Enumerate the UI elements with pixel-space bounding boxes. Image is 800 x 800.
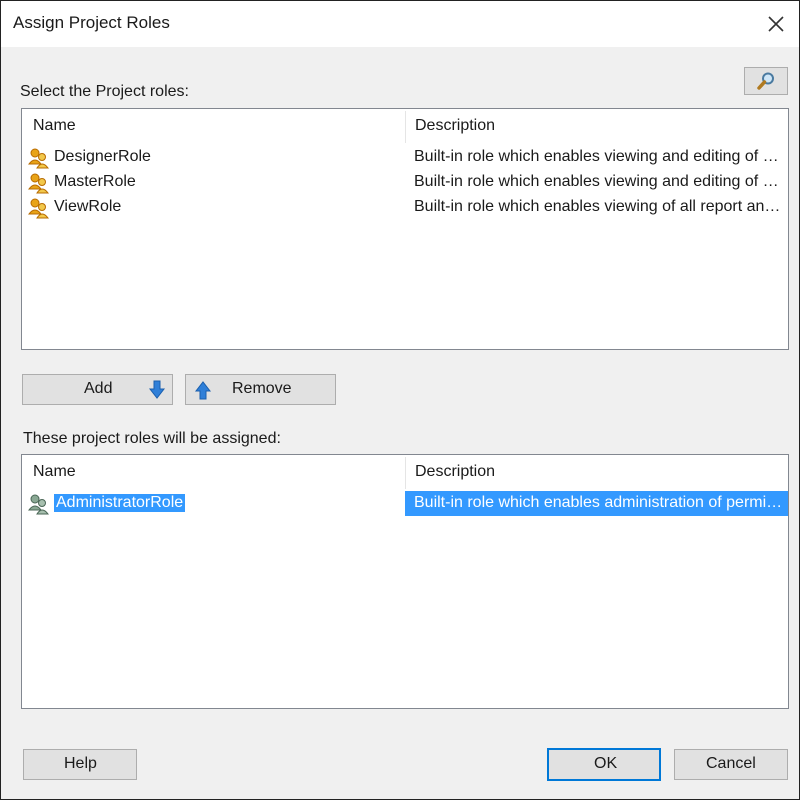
role-icon — [28, 198, 50, 219]
column-separator[interactable] — [405, 457, 406, 489]
remove-button[interactable]: Remove — [185, 374, 336, 405]
close-icon — [768, 16, 784, 32]
ok-button[interactable]: OK — [547, 748, 661, 781]
title-bar: Assign Project Roles — [1, 1, 799, 47]
magnifier-icon — [757, 72, 774, 90]
admin-role-icon — [28, 494, 50, 515]
list-item-selected[interactable]: AdministratorRole Built-in role which en… — [22, 491, 788, 516]
column-header-description[interactable]: Description — [415, 117, 495, 135]
role-description: Built-in role which enables viewing and … — [414, 148, 784, 165]
column-separator[interactable] — [405, 111, 406, 143]
role-description: Built-in role which enables viewing of a… — [414, 198, 784, 215]
cancel-button[interactable]: Cancel — [674, 749, 788, 780]
list-item[interactable]: MasterRole Built-in role which enables v… — [22, 170, 788, 195]
column-header-name[interactable]: Name — [33, 117, 76, 135]
list-item[interactable]: ViewRole Built-in role which enables vie… — [22, 195, 788, 220]
assign-project-roles-dialog: Assign Project Roles Select the Project … — [0, 0, 800, 800]
assigned-roles-list[interactable]: Name Description AdministratorRole Built… — [21, 454, 789, 709]
arrow-down-icon — [148, 380, 166, 399]
assigned-roles-label: These project roles will be assigned: — [23, 430, 281, 447]
list-header: Name Description — [22, 109, 788, 145]
role-description: Built-in role which enables viewing and … — [414, 173, 784, 190]
remove-button-label: Remove — [232, 380, 292, 397]
role-icon — [28, 173, 50, 194]
available-roles-label: Select the Project roles: — [20, 83, 189, 100]
add-button-label: Add — [84, 380, 113, 397]
column-header-description[interactable]: Description — [415, 463, 495, 481]
arrow-up-icon — [194, 381, 212, 400]
available-roles-list[interactable]: Name Description DesignerRole Built-in r… — [21, 108, 789, 350]
role-name: DesignerRole — [54, 148, 151, 165]
help-button-label: Help — [64, 755, 97, 772]
role-name: ViewRole — [54, 198, 122, 215]
ok-button-label: OK — [594, 755, 618, 772]
search-button[interactable] — [744, 67, 788, 95]
list-header: Name Description — [22, 455, 788, 491]
role-name: MasterRole — [54, 173, 136, 190]
add-button[interactable]: Add — [22, 374, 173, 405]
help-button[interactable]: Help — [23, 749, 137, 780]
cancel-button-label: Cancel — [706, 755, 756, 772]
role-icon — [28, 148, 50, 169]
column-header-name[interactable]: Name — [33, 463, 76, 481]
dialog-title: Assign Project Roles — [13, 13, 170, 32]
close-button[interactable] — [759, 7, 793, 41]
role-name: AdministratorRole — [54, 494, 186, 512]
role-description: Built-in role which enables administrati… — [414, 494, 784, 511]
list-item[interactable]: DesignerRole Built-in role which enables… — [22, 145, 788, 170]
